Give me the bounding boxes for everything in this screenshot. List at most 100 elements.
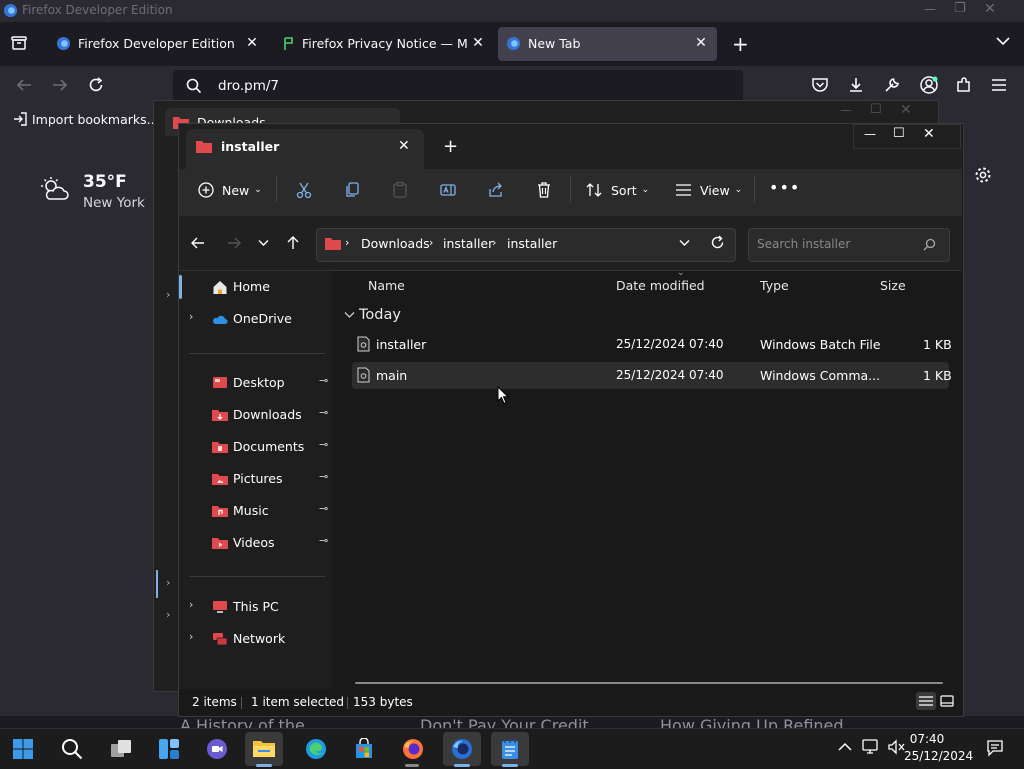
notifications-icon[interactable] xyxy=(986,739,1004,757)
settings-gear-icon[interactable] xyxy=(974,166,992,184)
back-arrow-icon[interactable] xyxy=(15,77,33,93)
taskbar-firefox[interactable] xyxy=(394,732,432,766)
task-view-button[interactable] xyxy=(102,732,140,766)
nav-item-music[interactable]: Music ⊸ xyxy=(183,497,329,525)
details-view-toggle[interactable] xyxy=(916,692,936,710)
tab-close-icon[interactable]: ✕ xyxy=(398,138,410,154)
breadcrumb-separator: › xyxy=(492,236,497,249)
horizontal-scrollbar[interactable] xyxy=(355,682,943,684)
forward-arrow-icon[interactable] xyxy=(226,236,242,250)
breadcrumb-downloads[interactable]: Downloads xyxy=(361,236,430,251)
pin-icon[interactable]: ⊸ xyxy=(319,406,328,419)
paste-icon[interactable] xyxy=(391,181,409,199)
widgets-button[interactable] xyxy=(150,732,188,766)
wrench-icon[interactable] xyxy=(883,76,901,94)
network-status-icon[interactable] xyxy=(862,739,880,755)
list-all-tabs-chevron-icon[interactable] xyxy=(996,36,1010,46)
tab-close-icon[interactable]: ✕ xyxy=(468,33,488,53)
breadcrumb-installer-current[interactable]: installer xyxy=(507,236,557,251)
chevron-right-icon[interactable]: › xyxy=(189,310,193,323)
tab-new-tab[interactable]: New Tab ✕ xyxy=(498,27,717,61)
refresh-icon[interactable] xyxy=(710,235,725,250)
file-row[interactable]: main 25/12/2024 07:40 Windows Comma... 1… xyxy=(352,362,952,389)
nav-item-this-pc[interactable]: › This PC xyxy=(183,593,329,621)
hamburger-menu-icon[interactable] xyxy=(991,78,1007,92)
teams-chat-button[interactable] xyxy=(198,732,236,766)
tab-close-icon[interactable]: ✕ xyxy=(242,33,262,53)
account-avatar-icon[interactable] xyxy=(919,75,939,95)
maximize-button[interactable]: ❐ xyxy=(954,1,966,16)
delete-icon[interactable] xyxy=(535,181,553,199)
taskbar-notepad[interactable] xyxy=(491,732,529,766)
share-icon[interactable] xyxy=(487,181,505,199)
view-button[interactable]: View ⌄ xyxy=(675,177,742,203)
back-arrow-icon[interactable] xyxy=(190,236,206,250)
address-history-chevron-icon[interactable] xyxy=(679,239,690,247)
bg-minimize-button[interactable]: — xyxy=(840,103,852,117)
system-clock[interactable]: 07:40 25/12/2024 xyxy=(904,731,973,765)
import-bookmarks-link[interactable]: Import bookmarks... xyxy=(32,112,159,127)
column-header-size[interactable]: Size xyxy=(880,278,906,293)
file-row[interactable]: installer 25/12/2024 07:40 Windows Batch… xyxy=(352,331,952,358)
new-button[interactable]: New ⌄ xyxy=(198,177,262,203)
explorer-tab-installer[interactable]: installer ✕ xyxy=(186,129,424,169)
breadcrumb-installer[interactable]: installer xyxy=(443,236,493,251)
tab-firefox-developer-edition[interactable]: Firefox Developer Edition ✕ xyxy=(48,27,268,61)
new-tab-plus-icon[interactable]: + xyxy=(443,136,458,157)
tiles-view-icon[interactable] xyxy=(940,695,954,707)
pocket-icon[interactable] xyxy=(811,76,829,94)
downloads-icon[interactable] xyxy=(847,76,865,94)
taskbar-file-explorer[interactable] xyxy=(245,732,283,766)
rename-icon[interactable] xyxy=(439,181,457,199)
pin-icon[interactable]: ⊸ xyxy=(319,534,328,547)
volume-muted-icon[interactable] xyxy=(887,739,905,755)
close-button[interactable]: ✕ xyxy=(923,126,935,142)
group-header-today[interactable]: Today xyxy=(359,307,401,323)
cut-icon[interactable] xyxy=(295,181,313,199)
taskbar-search-button[interactable] xyxy=(53,732,91,766)
taskbar-edge[interactable] xyxy=(297,732,335,766)
pin-icon[interactable]: ⊸ xyxy=(319,502,328,515)
nav-item-downloads[interactable]: Downloads ⊸ xyxy=(183,401,329,429)
url-text[interactable]: dro.pm/7 xyxy=(218,78,279,94)
pin-icon[interactable]: ⊸ xyxy=(319,374,328,387)
up-arrow-icon[interactable] xyxy=(286,235,300,251)
copy-icon[interactable] xyxy=(343,181,361,199)
pin-icon[interactable]: ⊸ xyxy=(319,470,328,483)
nav-item-network[interactable]: › Network xyxy=(183,625,329,653)
minimize-button[interactable]: — xyxy=(864,127,876,141)
column-header-type[interactable]: Type xyxy=(760,278,789,293)
forward-arrow-icon[interactable] xyxy=(51,77,69,93)
nav-item-videos[interactable]: Videos ⊸ xyxy=(183,529,329,557)
tab-firefox-privacy-notice[interactable]: Firefox Privacy Notice — Mozill ✕ xyxy=(274,27,494,61)
more-options-icon[interactable]: ••• xyxy=(769,178,800,197)
taskbar-microsoft-store[interactable] xyxy=(345,732,383,766)
nav-item-desktop[interactable]: Desktop ⊸ xyxy=(183,369,329,397)
sort-button[interactable]: Sort ⌄ xyxy=(586,177,649,203)
search-box[interactable]: Search installer xyxy=(748,228,950,262)
bg-maximize-button[interactable]: ☐ xyxy=(870,102,882,117)
minimize-button[interactable]: — xyxy=(924,2,936,16)
pin-icon[interactable]: ⊸ xyxy=(319,438,328,451)
nav-item-pictures[interactable]: Pictures ⊸ xyxy=(183,465,329,493)
recent-locations-chevron-icon[interactable] xyxy=(258,239,269,247)
start-button[interactable] xyxy=(4,732,42,766)
taskbar-firefox-developer-edition[interactable] xyxy=(443,732,481,766)
new-tab-plus-icon[interactable]: + xyxy=(732,32,749,56)
chevron-right-icon[interactable]: › xyxy=(189,630,193,643)
column-header-date-modified[interactable]: Date modified xyxy=(616,278,705,293)
group-collapse-chevron-icon[interactable] xyxy=(344,311,355,319)
firefox-view-icon[interactable] xyxy=(10,34,28,52)
reload-icon[interactable] xyxy=(87,76,105,94)
nav-item-documents[interactable]: Documents ⊸ xyxy=(183,433,329,461)
nav-item-onedrive[interactable]: › OneDrive xyxy=(183,305,329,333)
extensions-puzzle-icon[interactable] xyxy=(955,76,973,94)
close-button[interactable]: ✕ xyxy=(984,1,996,17)
show-hidden-icons-chevron[interactable] xyxy=(838,742,852,752)
bg-close-button[interactable]: ✕ xyxy=(900,102,912,118)
maximize-button[interactable]: ☐ xyxy=(893,126,905,141)
chevron-right-icon[interactable]: › xyxy=(189,598,193,611)
column-header-name[interactable]: Name xyxy=(368,278,405,293)
tab-close-icon[interactable]: ✕ xyxy=(691,33,711,53)
nav-item-home[interactable]: Home xyxy=(183,273,329,301)
